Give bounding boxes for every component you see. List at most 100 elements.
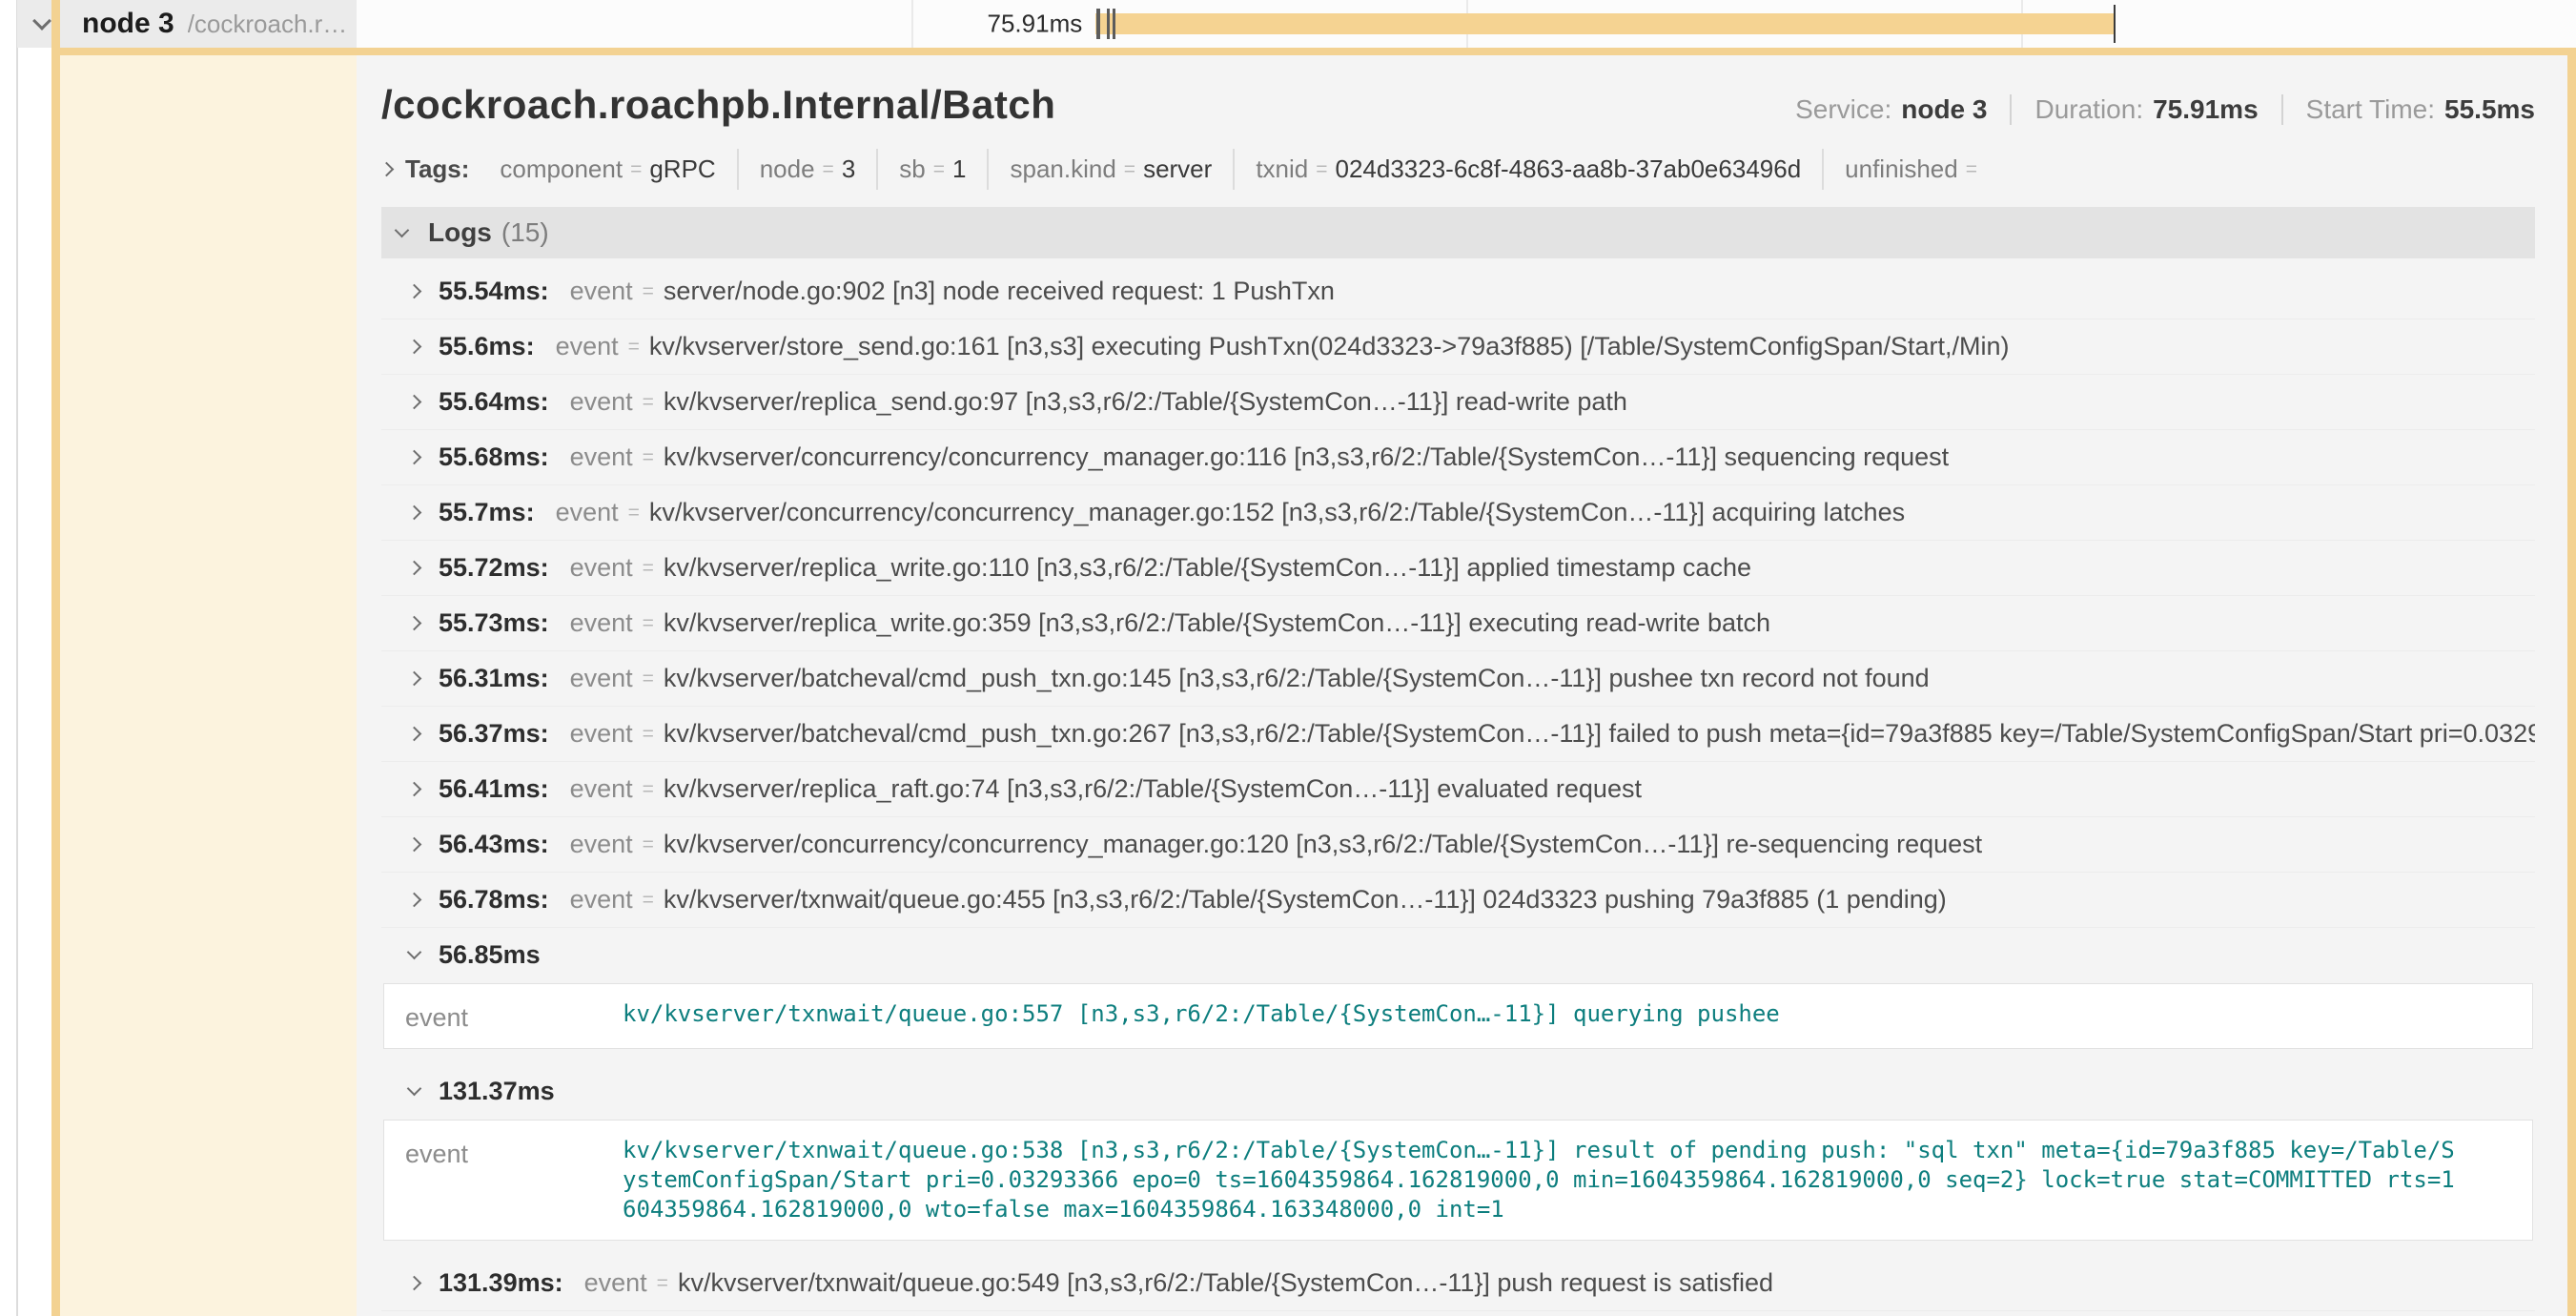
- logs-section: Logs (15) 55.54ms: event = server/node.g…: [381, 207, 2535, 1316]
- tag-key: span.kind: [1010, 154, 1115, 184]
- equals-sign: =: [657, 1272, 668, 1295]
- log-message: kv/kvserver/concurrency/concurrency_mana…: [664, 830, 1982, 859]
- log-timestamp: 131.39ms:: [439, 1268, 563, 1298]
- service-value: node 3: [1901, 94, 1987, 125]
- log-entry[interactable]: 55.68ms: event = kv/kvserver/concurrency…: [381, 430, 2535, 485]
- log-timestamp: 55.68ms:: [439, 442, 549, 472]
- log-timestamp: 55.54ms:: [439, 277, 549, 306]
- span-name-cell[interactable]: node 3 /cockroach.roach…: [17, 0, 357, 48]
- tag-key: unfinished: [1845, 154, 1958, 184]
- equals-sign: =: [643, 723, 654, 746]
- chevron-down-icon[interactable]: [406, 1080, 421, 1096]
- span-duration-bar[interactable]: [1095, 13, 2115, 34]
- chevron-down-icon[interactable]: [32, 11, 51, 31]
- log-field-name: event: [556, 332, 619, 361]
- log-field-name: event: [570, 885, 633, 915]
- span-metadata: Service:node 3 Duration:75.91ms Start Ti…: [1795, 94, 2535, 125]
- equals-sign: =: [1316, 158, 1327, 181]
- chevron-right-icon[interactable]: [406, 1276, 421, 1291]
- chevron-right-icon[interactable]: [406, 505, 421, 521]
- log-entry[interactable]: 56.43ms: event = kv/kvserver/concurrency…: [381, 817, 2535, 873]
- chevron-right-icon[interactable]: [406, 782, 421, 797]
- chevron-right-icon[interactable]: [379, 162, 395, 177]
- log-field-name: event: [570, 830, 633, 859]
- duration-value: 75.91ms: [2153, 94, 2259, 125]
- log-tick-mark: [1098, 9, 1100, 39]
- log-field-name: event: [570, 608, 633, 638]
- log-message: server/node.go:902 [n3] node received re…: [664, 277, 1335, 306]
- log-entry[interactable]: 55.64ms: event = kv/kvserver/replica_sen…: [381, 375, 2535, 430]
- chevron-right-icon[interactable]: [406, 671, 421, 687]
- logs-header[interactable]: Logs (15): [381, 207, 2535, 258]
- log-entry[interactable]: 55.6ms: event = kv/kvserver/store_send.g…: [381, 319, 2535, 375]
- log-entry-header[interactable]: 56.85ms: [381, 928, 2535, 981]
- log-timestamp: 56.78ms:: [439, 885, 549, 915]
- log-timestamp: 56.85ms: [439, 940, 541, 970]
- tags-row[interactable]: Tags: component=gRPC node=3 sb=1 span.ki…: [381, 149, 2535, 190]
- log-field-name: event: [570, 442, 633, 472]
- log-field-name: event: [570, 774, 633, 804]
- log-entry-header[interactable]: 131.37ms: [381, 1064, 2535, 1118]
- equals-sign: =: [643, 778, 654, 801]
- tag-value: 024d3323-6c8f-4863-aa8b-37ab0e63496d: [1336, 154, 1802, 184]
- chevron-right-icon[interactable]: [406, 727, 421, 742]
- span-accent-bar-left: [51, 0, 60, 1316]
- log-detail-box: event kv/kvserver/txnwait/queue.go:538 […: [383, 1120, 2533, 1241]
- tag-value: gRPC: [649, 154, 715, 184]
- equals-sign: =: [643, 833, 654, 856]
- log-message: kv/kvserver/concurrency/concurrency_mana…: [649, 498, 1905, 527]
- tag-value: server: [1143, 154, 1212, 184]
- equals-sign: =: [643, 446, 654, 469]
- chevron-right-icon[interactable]: [406, 284, 421, 299]
- log-timestamp: 56.37ms:: [439, 719, 549, 749]
- tag-item: unfinished=: [1824, 149, 2006, 190]
- log-field-value: kv/kvserver/txnwait/queue.go:538 [n3,s3,…: [623, 1136, 2463, 1224]
- log-entry[interactable]: 131.39ms: event = kv/kvserver/txnwait/qu…: [381, 1256, 2535, 1311]
- timeline-gridline: [911, 0, 913, 48]
- log-message: kv/kvserver/replica_write.go:110 [n3,s3,…: [664, 553, 1751, 583]
- log-entry[interactable]: 56.41ms: event = kv/kvserver/replica_raf…: [381, 762, 2535, 817]
- chevron-right-icon[interactable]: [406, 339, 421, 355]
- equals-sign: =: [823, 158, 834, 181]
- span-accent-bar-top: [51, 48, 2576, 55]
- log-timestamp: 55.6ms:: [439, 332, 535, 361]
- tag-key: node: [760, 154, 815, 184]
- trace-detail-page: node 3 /cockroach.roach… 75.91ms /cockro…: [0, 0, 2576, 1316]
- chevron-right-icon[interactable]: [406, 893, 421, 908]
- equals-sign: =: [630, 158, 642, 181]
- chevron-right-icon[interactable]: [406, 561, 421, 576]
- divider: [2010, 94, 2012, 125]
- log-field-name: event: [584, 1268, 647, 1298]
- log-message: kv/kvserver/concurrency/concurrency_mana…: [664, 442, 1949, 472]
- log-timestamp: 55.72ms:: [439, 553, 549, 583]
- chevron-down-icon[interactable]: [395, 222, 410, 237]
- chevron-right-icon[interactable]: [406, 395, 421, 410]
- tag-item: span.kind=server: [989, 149, 1235, 190]
- tag-item: txnid=024d3323-6c8f-4863-aa8b-37ab0e6349…: [1235, 149, 1824, 190]
- service-name: node 3: [82, 8, 174, 40]
- span-name-column-highlight: [59, 55, 357, 1316]
- equals-sign: =: [643, 280, 654, 303]
- log-entry[interactable]: 55.72ms: event = kv/kvserver/replica_wri…: [381, 541, 2535, 596]
- tag-item: component=gRPC: [479, 149, 738, 190]
- log-field-name: event: [405, 999, 623, 1033]
- log-message: kv/kvserver/replica_send.go:97 [n3,s3,r6…: [664, 387, 1627, 417]
- chevron-right-icon[interactable]: [406, 616, 421, 631]
- log-timestamp: 56.43ms:: [439, 830, 549, 859]
- chevron-down-icon[interactable]: [406, 944, 421, 959]
- log-entry[interactable]: 56.37ms: event = kv/kvserver/batcheval/c…: [381, 707, 2535, 762]
- tag-key: sb: [899, 154, 925, 184]
- log-entry[interactable]: 56.78ms: event = kv/kvserver/txnwait/que…: [381, 873, 2535, 928]
- log-entry[interactable]: 55.73ms: event = kv/kvserver/replica_wri…: [381, 596, 2535, 651]
- log-entry[interactable]: 56.31ms: event = kv/kvserver/batcheval/c…: [381, 651, 2535, 707]
- tag-item: node=3: [739, 149, 879, 190]
- chevron-right-icon[interactable]: [406, 450, 421, 465]
- log-entry[interactable]: 55.7ms: event = kv/kvserver/concurrency/…: [381, 485, 2535, 541]
- span-timeline[interactable]: 75.91ms: [357, 0, 2576, 48]
- chevron-right-icon[interactable]: [406, 837, 421, 853]
- operation-name: /cockroach.roach…: [188, 10, 357, 39]
- tree-indent-line: [16, 0, 18, 1316]
- log-entry[interactable]: 55.54ms: event = server/node.go:902 [n3]…: [381, 264, 2535, 319]
- span-detail-panel: /cockroach.roachpb.Internal/Batch Servic…: [357, 55, 2567, 1316]
- equals-sign: =: [643, 668, 654, 690]
